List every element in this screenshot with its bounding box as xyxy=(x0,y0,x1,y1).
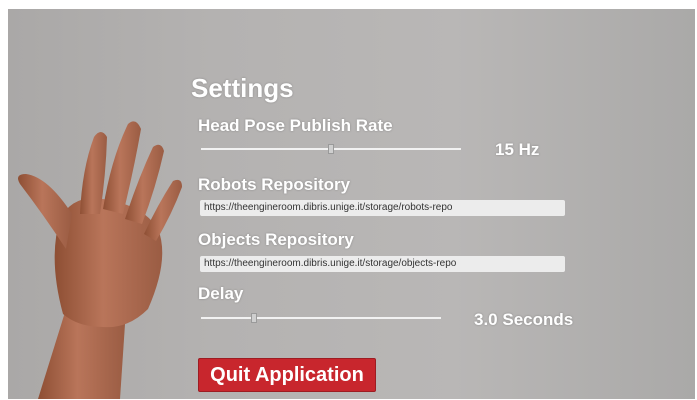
objects-repo-field[interactable]: https://theengineroom.dibris.unige.it/st… xyxy=(200,256,565,272)
settings-title: Settings xyxy=(191,73,294,103)
settings-panel: Settings Head Pose Publish Rate 15 Hz Ro… xyxy=(8,9,695,399)
camera-view: Settings Head Pose Publish Rate 15 Hz Ro… xyxy=(8,9,695,399)
head-pose-slider[interactable] xyxy=(201,142,461,156)
head-pose-label: Head Pose Publish Rate xyxy=(198,116,393,135)
objects-repo-label: Objects Repository xyxy=(198,230,354,249)
delay-slider-track xyxy=(201,317,441,319)
delay-slider[interactable] xyxy=(201,311,441,325)
quit-application-button[interactable]: Quit Application xyxy=(198,358,376,392)
delay-slider-thumb[interactable] xyxy=(250,313,257,323)
head-pose-value: 15 Hz xyxy=(495,140,540,159)
head-pose-slider-thumb[interactable] xyxy=(328,144,334,154)
robots-repo-label: Robots Repository xyxy=(198,175,351,194)
delay-value: 3.0 Seconds xyxy=(474,310,574,329)
delay-label: Delay xyxy=(198,284,244,303)
robots-repo-field[interactable]: https://theengineroom.dibris.unige.it/st… xyxy=(200,200,565,216)
